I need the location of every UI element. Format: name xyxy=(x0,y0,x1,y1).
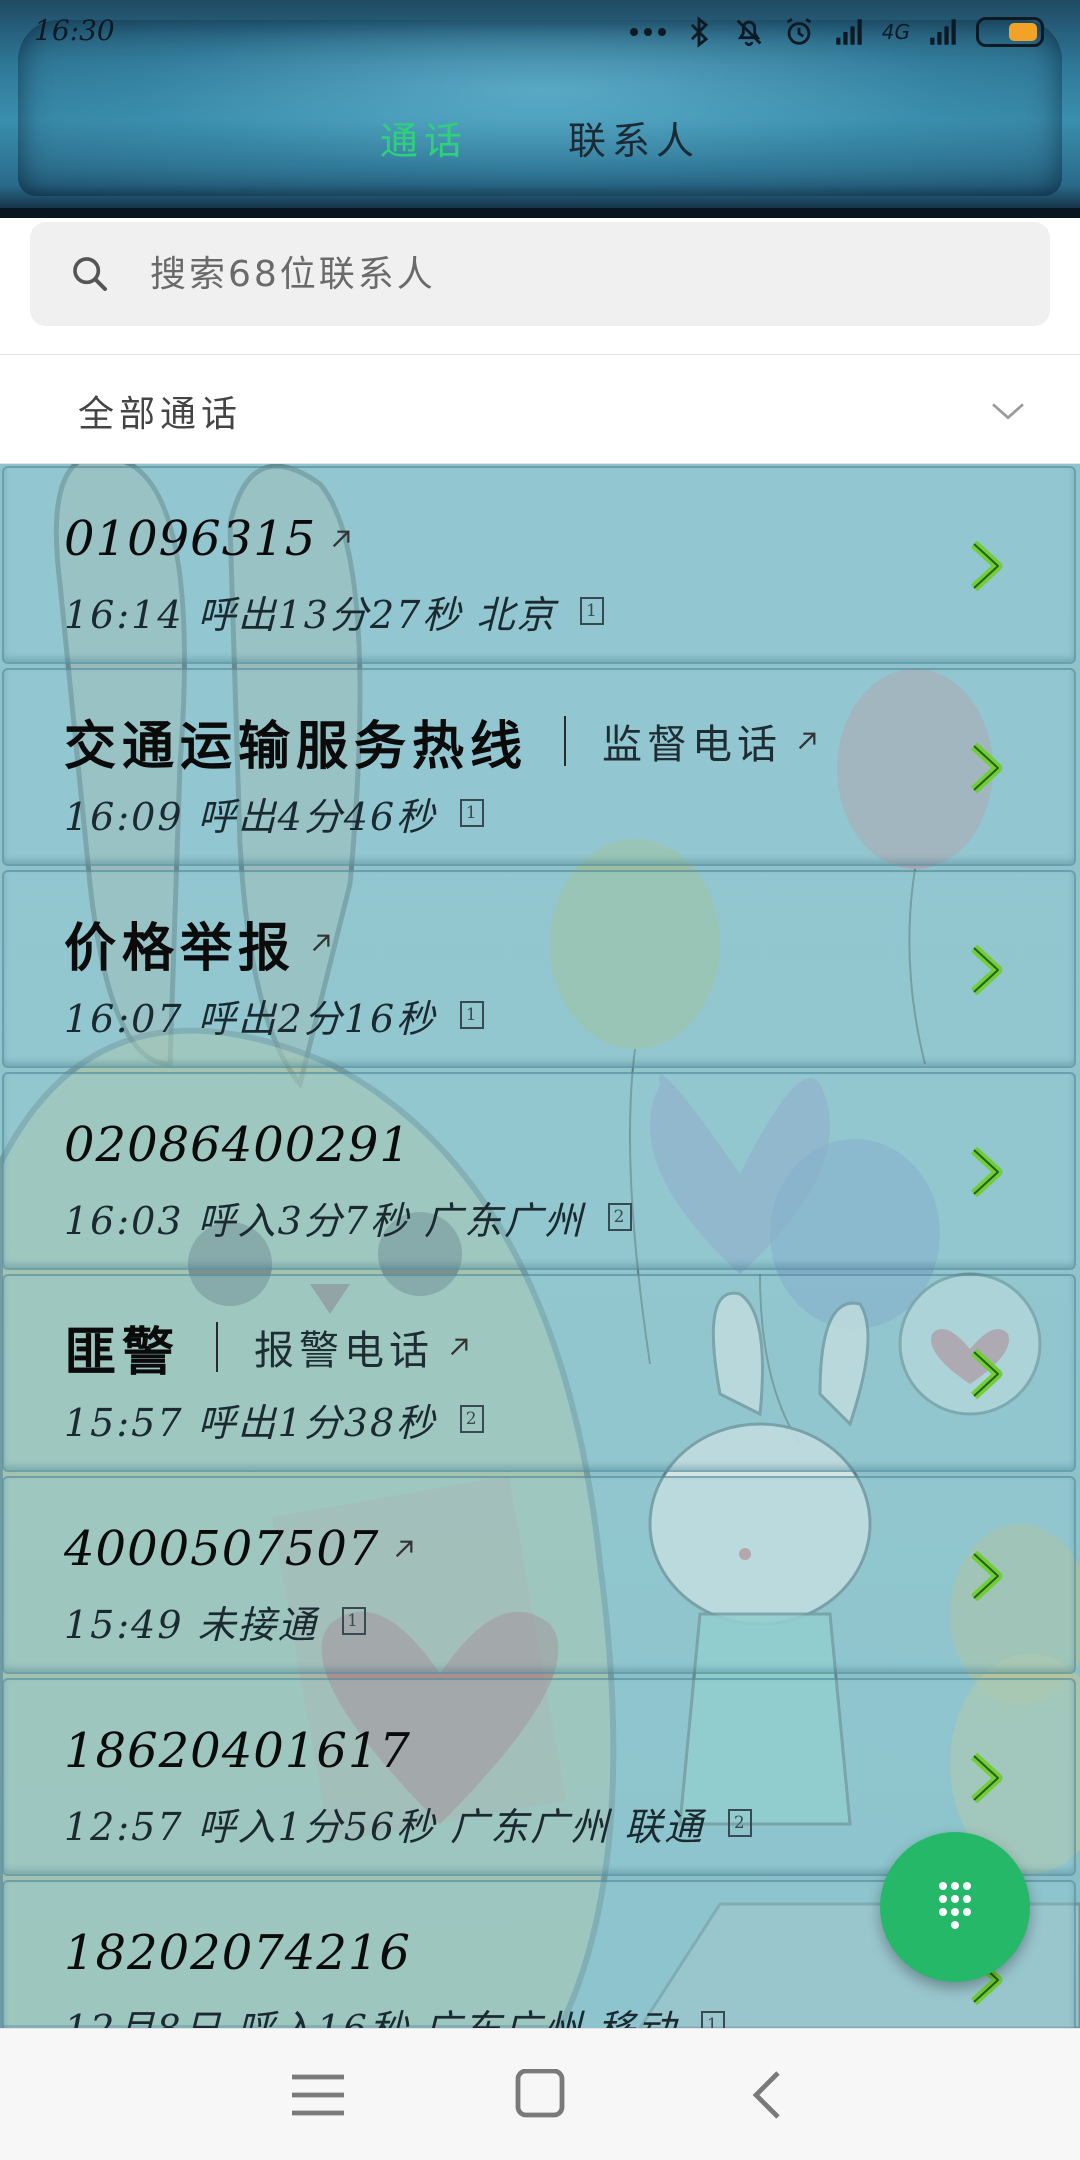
sim-badge: 2 xyxy=(460,1405,485,1433)
caller-name: 交通运输服务热线 xyxy=(64,715,529,777)
sim-badge: 1 xyxy=(341,1607,366,1635)
call-log-item[interactable]: 02086400291 16:03 呼入3分7秒 广东广州 2 xyxy=(2,1072,1076,1270)
call-detail-text: 16:14 呼出13分27秒 北京 xyxy=(64,592,557,637)
call-details: 15:57 呼出1分38秒 2 xyxy=(64,1394,485,1445)
chevron-right-icon[interactable] xyxy=(968,1548,1004,1604)
call-log-item[interactable]: 交通运输服务热线 监督电话 16:09 呼出4分46秒 1 xyxy=(2,668,1076,866)
search-box[interactable] xyxy=(30,222,1050,326)
call-log-item[interactable]: 4000507507 15:49 未接通 1 xyxy=(2,1476,1076,1674)
name-separator xyxy=(216,1322,219,1372)
call-detail-text: 15:57 呼出1分38秒 xyxy=(64,1400,437,1445)
chevron-right-icon[interactable] xyxy=(968,942,1004,998)
call-name: 18620401617 xyxy=(64,1718,411,1784)
caller-name: 18202074216 xyxy=(64,1925,411,1981)
sim-badge: 1 xyxy=(701,2011,726,2028)
sim-badge: 2 xyxy=(608,1203,633,1231)
call-log-item[interactable]: 价格举报 16:07 呼出2分16秒 1 xyxy=(2,870,1076,1068)
alarm-icon xyxy=(786,18,811,45)
more-dots-icon xyxy=(629,28,666,36)
sim-badge: 1 xyxy=(580,597,605,625)
tab-contacts[interactable]: 联系人 xyxy=(568,110,700,180)
call-name: 18202074216 xyxy=(64,1920,411,1986)
dialpad-icon xyxy=(939,1882,971,1929)
caller-name: 18620401617 xyxy=(64,1723,411,1779)
chevron-right-icon[interactable] xyxy=(968,1750,1004,1806)
call-name: 01096315 xyxy=(64,506,352,572)
status-icons: 4G xyxy=(629,14,1044,50)
call-details: 12月8日 呼入16秒 广东广州 移动 1 xyxy=(64,1998,726,2029)
caller-name: 4000507507 xyxy=(64,1521,380,1577)
header: 16:30 4G 通话 联系人 xyxy=(0,0,1080,218)
caller-tag: 报警电话 xyxy=(254,1328,435,1374)
battery-icon xyxy=(976,17,1044,47)
outgoing-call-icon xyxy=(333,530,350,548)
battery-level xyxy=(1009,23,1037,41)
call-detail-text: 12月8日 呼入16秒 广东广州 移动 xyxy=(64,1998,677,2029)
tab-bar: 通话 联系人 xyxy=(0,110,1080,180)
back-icon[interactable] xyxy=(738,2069,798,2121)
call-name: 02086400291 xyxy=(64,1112,411,1178)
bluetooth-icon xyxy=(690,16,708,48)
call-details: 16:14 呼出13分27秒 北京 1 xyxy=(64,586,605,637)
network-type-label: 4G xyxy=(881,20,910,44)
outgoing-call-icon xyxy=(312,934,330,952)
chevron-right-icon[interactable] xyxy=(968,1144,1004,1200)
mute-icon xyxy=(736,19,762,47)
signal-icon xyxy=(836,19,862,45)
call-detail-text: 16:09 呼出4分46秒 xyxy=(64,794,437,839)
caller-name: 价格举报 xyxy=(64,917,297,979)
outgoing-call-icon xyxy=(798,732,816,750)
call-name: 价格举报 xyxy=(64,910,332,979)
call-name: 4000507507 xyxy=(64,1516,415,1582)
call-log-item[interactable]: 匪警 报警电话 15:57 呼出1分38秒 2 xyxy=(2,1274,1076,1472)
call-details: 16:09 呼出4分46秒 1 xyxy=(64,788,485,839)
status-time: 16:30 xyxy=(34,14,115,47)
sim-badge: 1 xyxy=(460,1001,485,1029)
call-details: 15:49 未接通 1 xyxy=(64,1596,366,1647)
caller-name: 02086400291 xyxy=(64,1117,411,1173)
call-detail-text: 16:03 呼入3分7秒 广东广州 xyxy=(64,1198,585,1243)
tab-calls[interactable]: 通话 xyxy=(380,110,468,180)
caller-tag: 监督电话 xyxy=(602,722,783,768)
menu-icon[interactable] xyxy=(288,2069,348,2121)
caller-name: 01096315 xyxy=(64,511,317,567)
outgoing-call-icon xyxy=(450,1338,468,1356)
call-log-list[interactable]: 01096315 16:14 呼出13分27秒 北京 1 交通运输服务热线 监督… xyxy=(0,464,1080,2028)
navigation-bar xyxy=(0,2028,1080,2160)
chevron-down-icon xyxy=(992,403,1024,420)
search-icon xyxy=(73,257,107,291)
call-details: 16:07 呼出2分16秒 1 xyxy=(64,990,485,1041)
call-log-item[interactable]: 01096315 16:14 呼出13分27秒 北京 1 xyxy=(2,466,1076,664)
name-separator xyxy=(564,716,567,766)
call-detail-text: 16:07 呼出2分16秒 xyxy=(64,996,437,1041)
header-divider xyxy=(0,208,1080,218)
sim-badge: 2 xyxy=(728,1809,753,1837)
call-name: 匪警 报警电话 xyxy=(64,1314,470,1383)
chevron-right-icon[interactable] xyxy=(968,740,1004,796)
sim-badge: 1 xyxy=(460,799,485,827)
home-icon[interactable] xyxy=(510,2069,570,2121)
chevron-right-icon[interactable] xyxy=(968,1346,1004,1402)
search-section xyxy=(0,218,1080,354)
call-details: 16:03 呼入3分7秒 广东广州 2 xyxy=(64,1192,633,1243)
filter-label: 全部通话 xyxy=(78,394,243,435)
signal-icon-2 xyxy=(930,19,956,45)
search-input[interactable] xyxy=(150,222,1010,326)
call-detail-text: 15:49 未接通 xyxy=(64,1602,318,1647)
call-detail-text: 12:57 呼入1分56秒 广东广州 联通 xyxy=(64,1804,705,1849)
outgoing-call-icon xyxy=(396,1540,413,1558)
dialpad-button[interactable] xyxy=(880,1832,1030,1982)
call-filter-dropdown[interactable]: 全部通话 xyxy=(0,354,1080,464)
caller-name: 匪警 xyxy=(64,1321,181,1383)
status-bar: 16:30 4G xyxy=(0,0,1080,64)
call-details: 12:57 呼入1分56秒 广东广州 联通 2 xyxy=(64,1798,753,1849)
chevron-right-icon[interactable] xyxy=(968,538,1004,594)
call-name: 交通运输服务热线 监督电话 xyxy=(64,708,818,777)
